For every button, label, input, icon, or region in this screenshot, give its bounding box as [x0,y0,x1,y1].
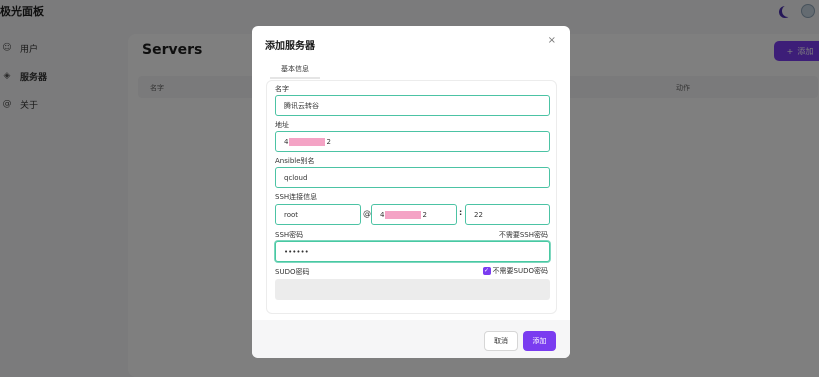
ansible-label: Ansible别名 [275,157,315,165]
ansible-value: qcloud [284,173,308,182]
dialog-title: 添加服务器 [265,41,315,52]
name-field[interactable]: 腾讯云转谷 [275,95,550,116]
ssh-port-value: 22 [474,210,483,219]
address-suffix: 2 [326,137,331,146]
ssh-host-prefix: 4 [380,210,385,219]
ssh-user-field[interactable]: root [275,204,361,225]
ssh-host-suffix: 2 [422,210,427,219]
add-server-dialog: 添加服务器 × 基本信息 名字 腾讯云转谷 地址 4 2 Ansible别名 q… [252,26,570,358]
address-field[interactable]: 4 2 [275,131,550,152]
name-label: 名字 [275,85,289,93]
check-icon[interactable]: ✓ [482,267,491,275]
ssh-password-value: •••••• [284,247,309,256]
no-ssh-password-hint[interactable]: 不需要SSH密码 [499,230,548,240]
tab-basic-info[interactable]: 基本信息 [270,59,320,79]
add-button[interactable]: 添加 [523,331,556,351]
sudo-label: SUDO密码 [275,268,310,276]
server-form: 名字 腾讯云转谷 地址 4 2 Ansible别名 qcloud SSH连接信息… [266,80,557,314]
ssh-user-value: root [284,210,299,219]
ssh-colon: : [459,208,463,217]
name-value: 腾讯云转谷 [284,101,319,110]
no-sudo-checkbox-row[interactable]: ✓ 不需要SUDO密码 [482,266,548,276]
ssh-at: @ [363,209,371,218]
dialog-footer: 取消 添加 [252,320,570,358]
cancel-button[interactable]: 取消 [484,331,518,351]
ssh-host-field[interactable]: 4 2 [371,204,457,225]
ssh-host-redaction [385,210,422,219]
ssh-port-field[interactable]: 22 [465,204,550,225]
no-sudo-label: 不需要SUDO密码 [492,267,548,275]
ssh-label: SSH连接信息 [275,193,318,201]
address-label: 地址 [275,121,289,129]
address-redaction [289,137,326,146]
close-icon[interactable]: × [548,35,556,46]
ansible-field[interactable]: qcloud [275,167,550,188]
ssh-password-label: SSH密码 [275,231,304,239]
ssh-password-field[interactable]: •••••• [275,241,550,262]
sudo-password-field [275,279,550,300]
address-prefix: 4 [284,137,289,146]
